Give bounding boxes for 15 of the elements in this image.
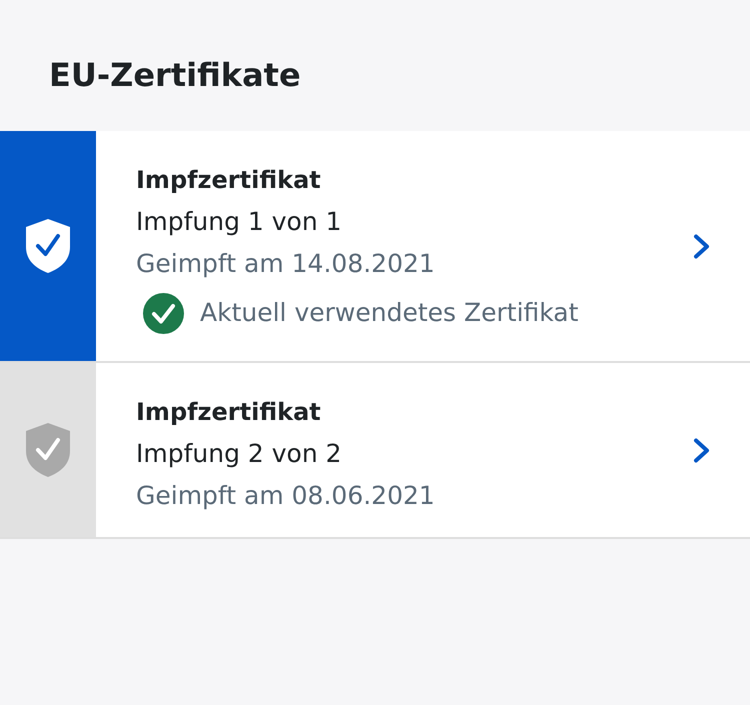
- vaccination-date: Geimpft am 08.06.2021: [136, 480, 435, 512]
- certificate-title: Impfzertifikat: [136, 397, 321, 428]
- check-circle-icon: [143, 292, 184, 334]
- page-title: EU-Zertifikate: [49, 55, 301, 96]
- dose-text: Impfung 2 von 2: [136, 438, 342, 470]
- chevron-right-icon: [693, 438, 710, 462]
- shield-check-icon: [26, 219, 70, 273]
- certificate-card[interactable]: Impfzertifikat Impfung 2 von 2 Geimpft am 08.06.2021: [0, 363, 750, 539]
- shield-check-icon: [26, 423, 70, 477]
- vaccination-date: Geimpft am 14.08.2021: [136, 248, 435, 280]
- dose-text: Impfung 1 von 1: [136, 206, 342, 238]
- certificate-title: Impfzertifikat: [136, 165, 321, 196]
- status-text: Aktuell verwendetes Zertifikat: [200, 297, 578, 329]
- chevron-right-icon: [693, 234, 710, 258]
- certificate-card[interactable]: Impfzertifikat Impfung 1 von 1 Geimpft am 14.08.2021 Aktuell verwendetes Zertifikat: [0, 131, 750, 363]
